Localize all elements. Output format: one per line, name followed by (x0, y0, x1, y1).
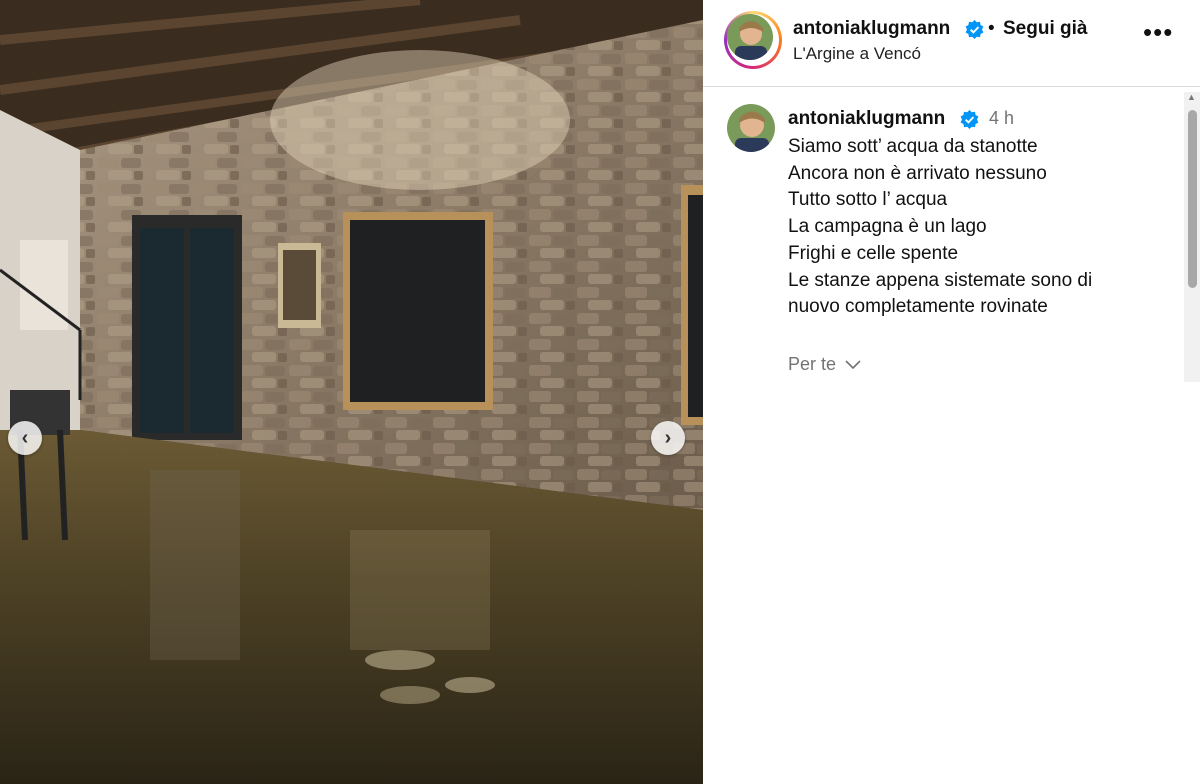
for-you-translation-toggle[interactable]: Per te (788, 354, 861, 375)
post-header: antoniaklugmann • Segui già L'Argine a V… (703, 0, 1200, 87)
caption-line: Ancora non è arrivato nessuno (788, 162, 1047, 184)
previous-photo-button[interactable]: ‹ (8, 421, 42, 455)
comments-scrollbar[interactable]: ▲ (1184, 92, 1200, 382)
caption-line: Siamo sott’ acqua da stanotte (788, 136, 1038, 157)
verified-badge-icon (960, 110, 979, 129)
comment-timestamp[interactable]: 4 h (989, 108, 1014, 129)
comment-avatar[interactable] (727, 104, 775, 152)
caption-line: Le stanze appena sistemate sono di (788, 269, 1093, 291)
header-username[interactable]: antoniaklugmann (793, 18, 950, 40)
caption-line: Frighi e celle spente (788, 242, 959, 264)
caption-line: Tutto sotto l’ acqua (788, 189, 948, 211)
caption-line: La campagna è un lago (788, 216, 987, 238)
chevron-right-icon: › (664, 426, 672, 449)
chevron-down-icon (845, 360, 861, 370)
scrollbar-thumb[interactable] (1188, 110, 1197, 288)
location-link[interactable]: L'Argine a Vencó (793, 44, 921, 64)
story-ring[interactable] (724, 11, 782, 69)
post-caption: Siamo sott’ acqua da stanotte Ancora non… (788, 134, 1158, 321)
post-image: ‹ › (0, 0, 703, 784)
verified-badge-icon (965, 20, 984, 39)
post-panel: antoniaklugmann • Segui già L'Argine a V… (703, 0, 1200, 784)
separator-dot: • (988, 18, 995, 39)
per-te-label: Per te (788, 354, 837, 374)
avatar[interactable] (727, 14, 773, 60)
next-photo-button[interactable]: › (651, 421, 685, 455)
following-button[interactable]: Segui già (1003, 18, 1087, 40)
flooded-room-photo (0, 0, 703, 784)
comment-username[interactable]: antoniaklugmann (788, 108, 945, 130)
chevron-left-icon: ‹ (21, 426, 29, 449)
more-options-icon[interactable]: ••• (1143, 19, 1173, 45)
scroll-up-arrow-icon[interactable]: ▲ (1187, 92, 1196, 102)
caption-line: nuovo completamente rovinate (788, 296, 1048, 318)
